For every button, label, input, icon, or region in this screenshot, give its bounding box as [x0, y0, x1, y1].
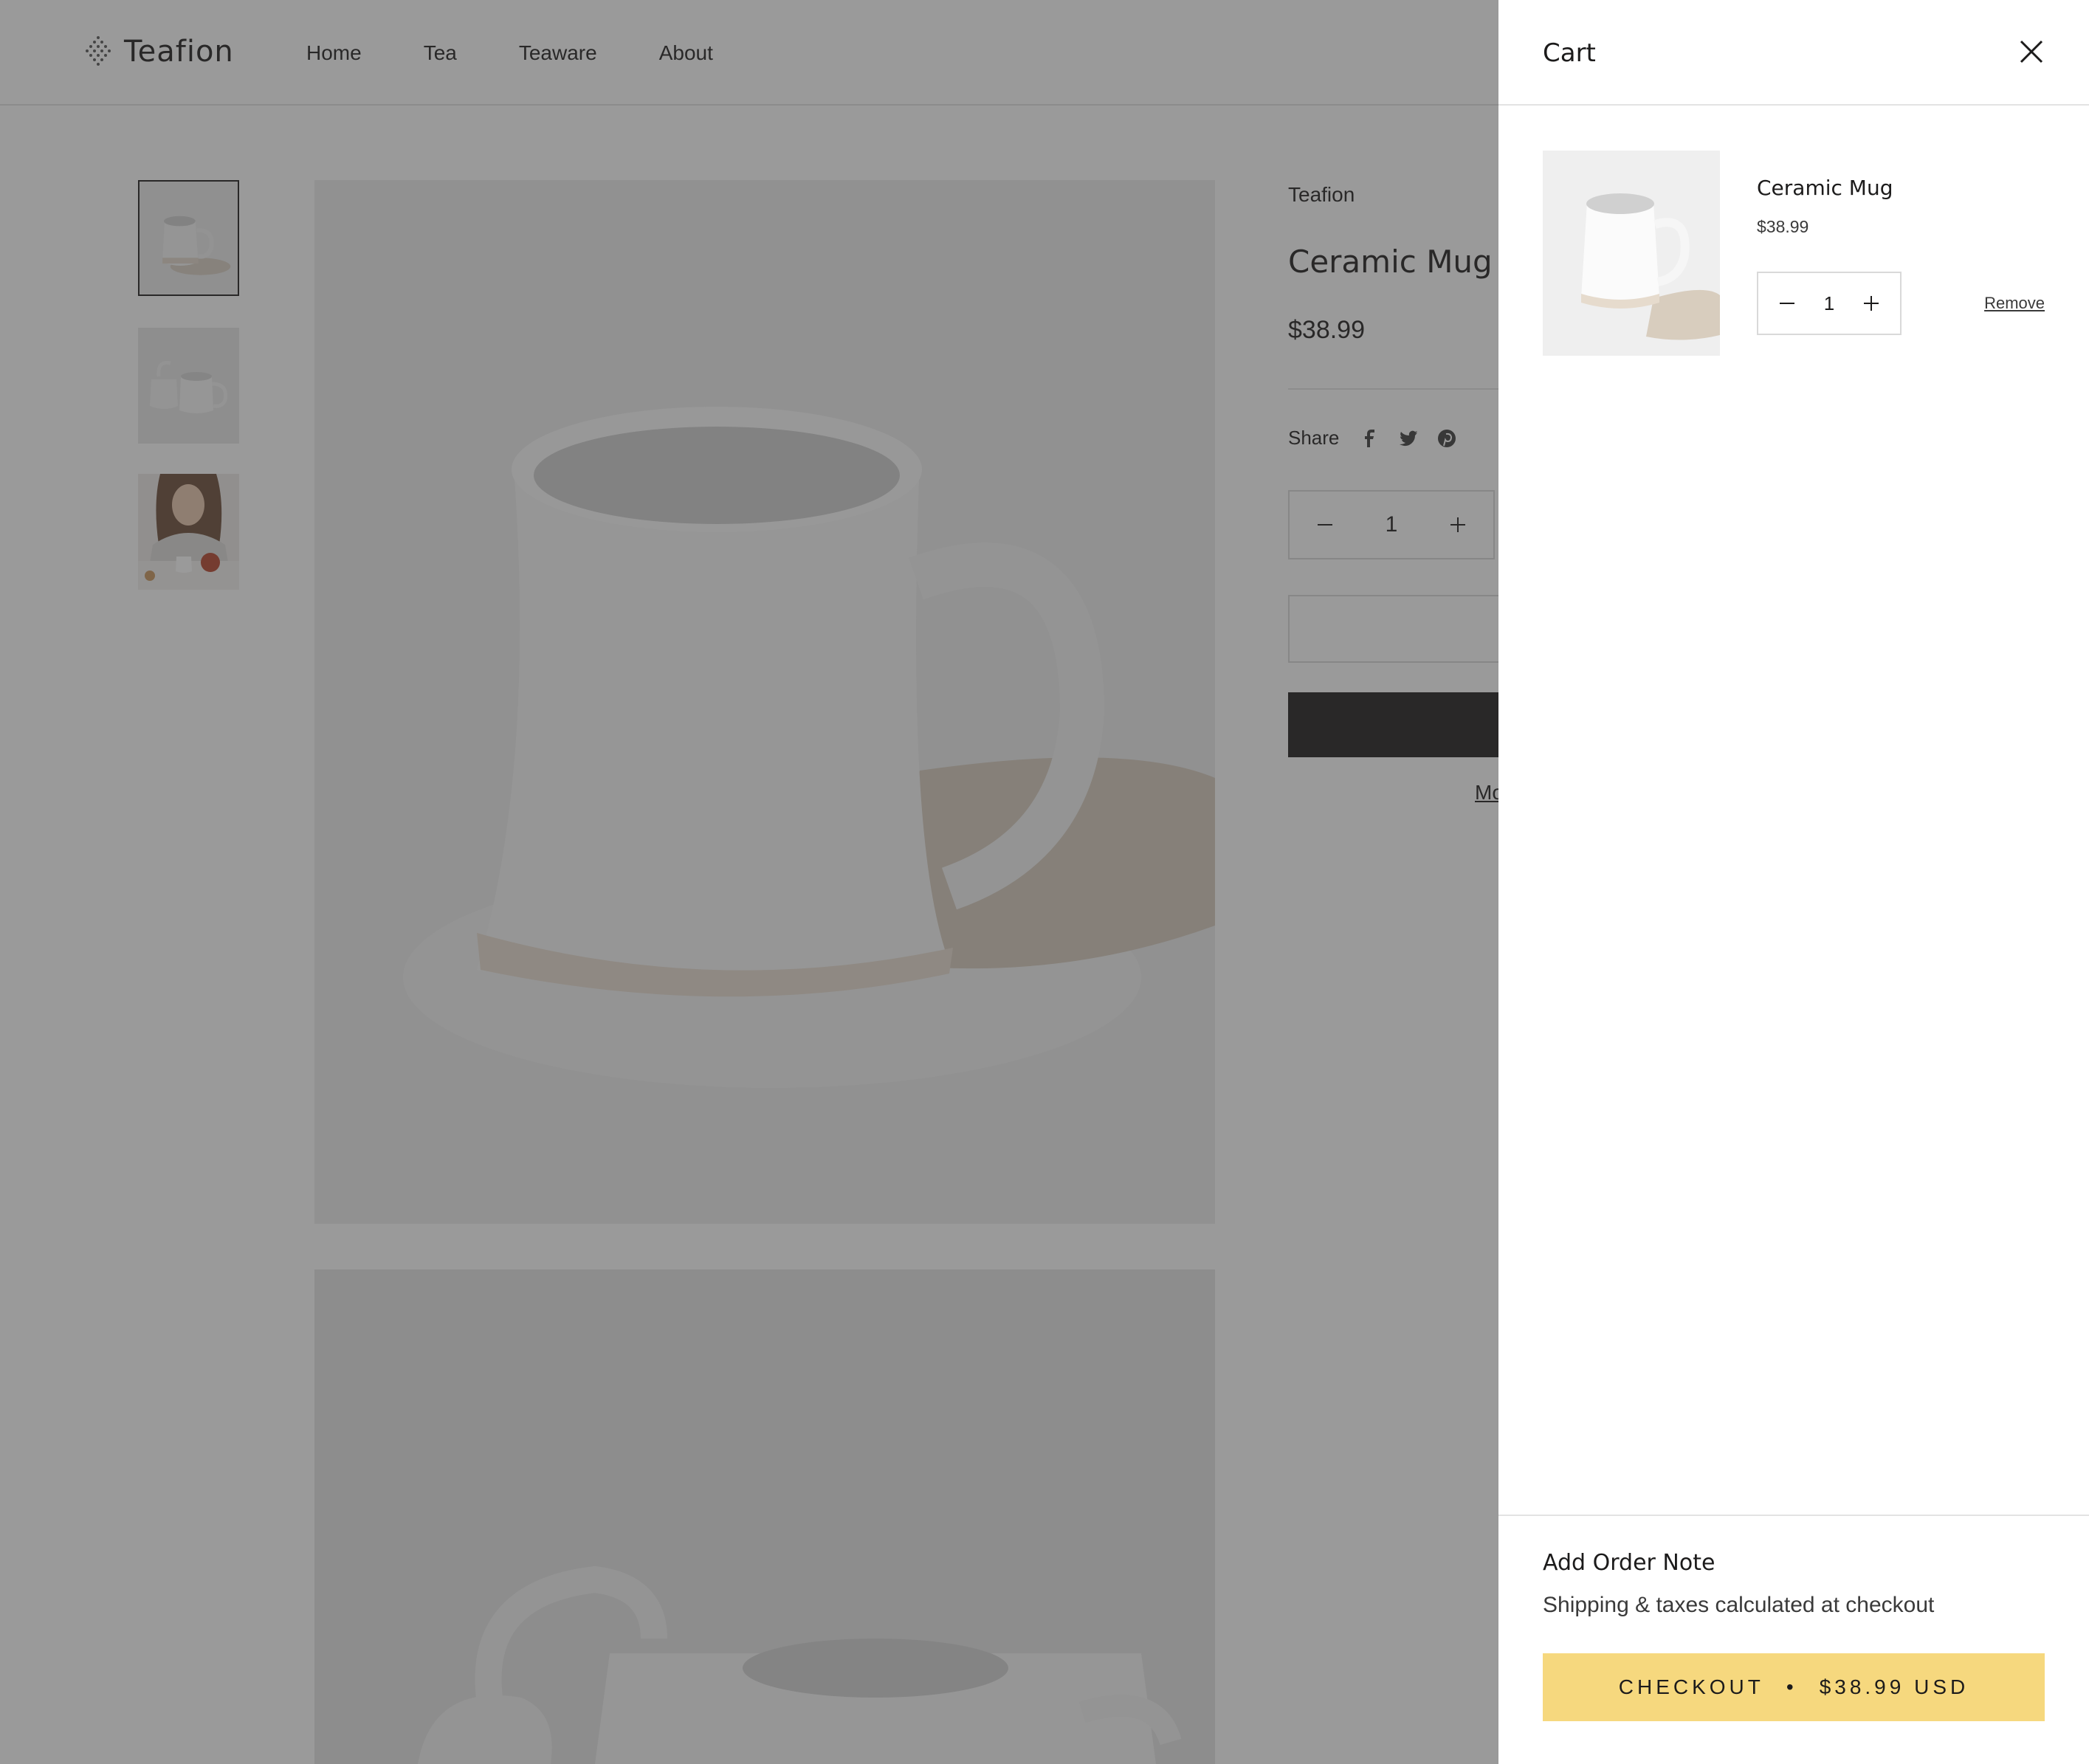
cart-item-quantity-value[interactable]: 1 — [1824, 292, 1834, 315]
cart-drawer: Cart Ceramic Mug $38.99 1 Remove Add Ord… — [1498, 0, 2089, 1764]
add-order-note-link[interactable]: Add Order Note — [1543, 1550, 1715, 1576]
cart-line-item: Ceramic Mug $38.99 1 Remove — [1543, 151, 2045, 357]
cart-footer: Add Order Note Shipping & taxes calculat… — [1498, 1515, 2089, 1764]
checkout-total: $38.99 USD — [1819, 1675, 1969, 1698]
cart-header: Cart — [1498, 0, 2089, 106]
plus-icon — [1864, 296, 1879, 311]
checkout-label: CHECKOUT — [1618, 1675, 1764, 1698]
checkout-button[interactable]: CHECKOUT • $38.99 USD — [1543, 1653, 2045, 1721]
close-icon[interactable] — [2015, 35, 2048, 68]
remove-item-link[interactable]: Remove — [1984, 294, 2045, 313]
minus-icon — [1780, 303, 1794, 304]
cart-item-price: $38.99 — [1757, 217, 1809, 236]
increase-quantity-button[interactable] — [1860, 292, 1882, 314]
cart-item-quantity-selector: 1 — [1757, 272, 1902, 335]
cart-item-title[interactable]: Ceramic Mug — [1757, 176, 1893, 200]
decrease-quantity-button[interactable] — [1776, 292, 1798, 314]
cart-title: Cart — [1543, 38, 1596, 68]
shipping-note: Shipping & taxes calculated at checkout — [1543, 1593, 1935, 1617]
checkout-separator: • — [1786, 1675, 1797, 1698]
page-overlay[interactable] — [0, 0, 1498, 1764]
cart-item-image[interactable] — [1543, 151, 1720, 356]
